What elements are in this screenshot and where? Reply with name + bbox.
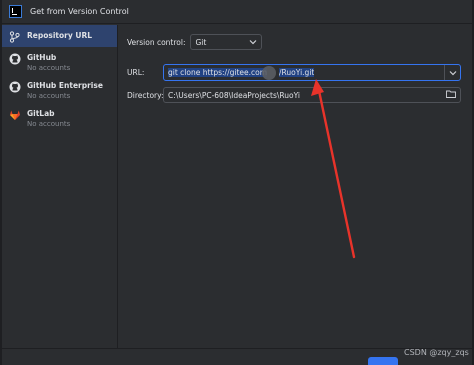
sidebar-item-label: Repository URL bbox=[27, 31, 92, 40]
url-history-dropdown[interactable] bbox=[444, 65, 460, 80]
window-title: Get from Version Control bbox=[30, 7, 129, 16]
redaction-blot bbox=[262, 66, 276, 80]
sidebar-item-gitlab[interactable]: GitLab No accounts bbox=[2, 103, 117, 131]
title-bar[interactable]: Get from Version Control bbox=[2, 0, 472, 24]
gitlab-icon bbox=[8, 108, 21, 121]
sidebar-item-github-enterprise[interactable]: GitHub Enterprise No accounts bbox=[2, 75, 117, 103]
chevron-down-icon bbox=[449, 70, 456, 75]
url-text-start: git clone https://gitee.com bbox=[168, 68, 268, 77]
folder-icon[interactable] bbox=[446, 90, 456, 100]
github-icon bbox=[8, 52, 21, 65]
sidebar-item-status: No accounts bbox=[27, 92, 71, 100]
directory-label: Directory: bbox=[127, 90, 164, 100]
version-control-select[interactable]: Git bbox=[189, 34, 262, 50]
sidebar-item-label: GitLab bbox=[27, 109, 55, 118]
cancel-button[interactable] bbox=[420, 360, 460, 365]
sidebar-item-status: No accounts bbox=[27, 64, 71, 72]
sidebar: Repository URL GitHub No accounts GitHub… bbox=[2, 25, 118, 365]
directory-input[interactable]: C:\Users\PC-608\IdeaProjects\RuoYi bbox=[163, 87, 461, 103]
clone-button[interactable] bbox=[368, 357, 398, 365]
dialog-footer bbox=[2, 348, 472, 365]
directory-value: C:\Users\PC-608\IdeaProjects\RuoYi bbox=[168, 90, 301, 100]
watermark: CSDN @zqy_zqs bbox=[404, 348, 469, 357]
repository-url-icon bbox=[8, 30, 21, 43]
version-control-row: Version control: Git bbox=[127, 34, 262, 50]
sidebar-item-label: GitHub bbox=[27, 53, 57, 62]
url-value: git clone https://gitee.com/RuoYi.git bbox=[164, 68, 315, 77]
url-label: URL: bbox=[127, 68, 145, 77]
url-text-end: /RuoYi.git bbox=[279, 68, 315, 77]
sidebar-item-status: No accounts bbox=[27, 120, 71, 128]
sidebar-item-repository-url[interactable]: Repository URL bbox=[2, 25, 117, 47]
directory-row: Directory: C:\Users\PC-608\IdeaProjects\… bbox=[127, 87, 461, 103]
url-input[interactable]: git clone https://gitee.com/RuoYi.git bbox=[163, 64, 461, 81]
version-control-value: Git bbox=[195, 37, 207, 47]
version-control-label: Version control: bbox=[127, 37, 186, 47]
chevron-down-icon bbox=[249, 38, 257, 47]
main-panel: Version control: Git URL: git clone http… bbox=[119, 25, 472, 365]
sidebar-item-label: GitHub Enterprise bbox=[27, 81, 103, 90]
github-enterprise-icon bbox=[8, 80, 21, 93]
app-icon bbox=[9, 5, 22, 18]
sidebar-item-github[interactable]: GitHub No accounts bbox=[2, 47, 117, 75]
url-row: URL: git clone https://gitee.com/RuoYi.g… bbox=[127, 64, 461, 81]
